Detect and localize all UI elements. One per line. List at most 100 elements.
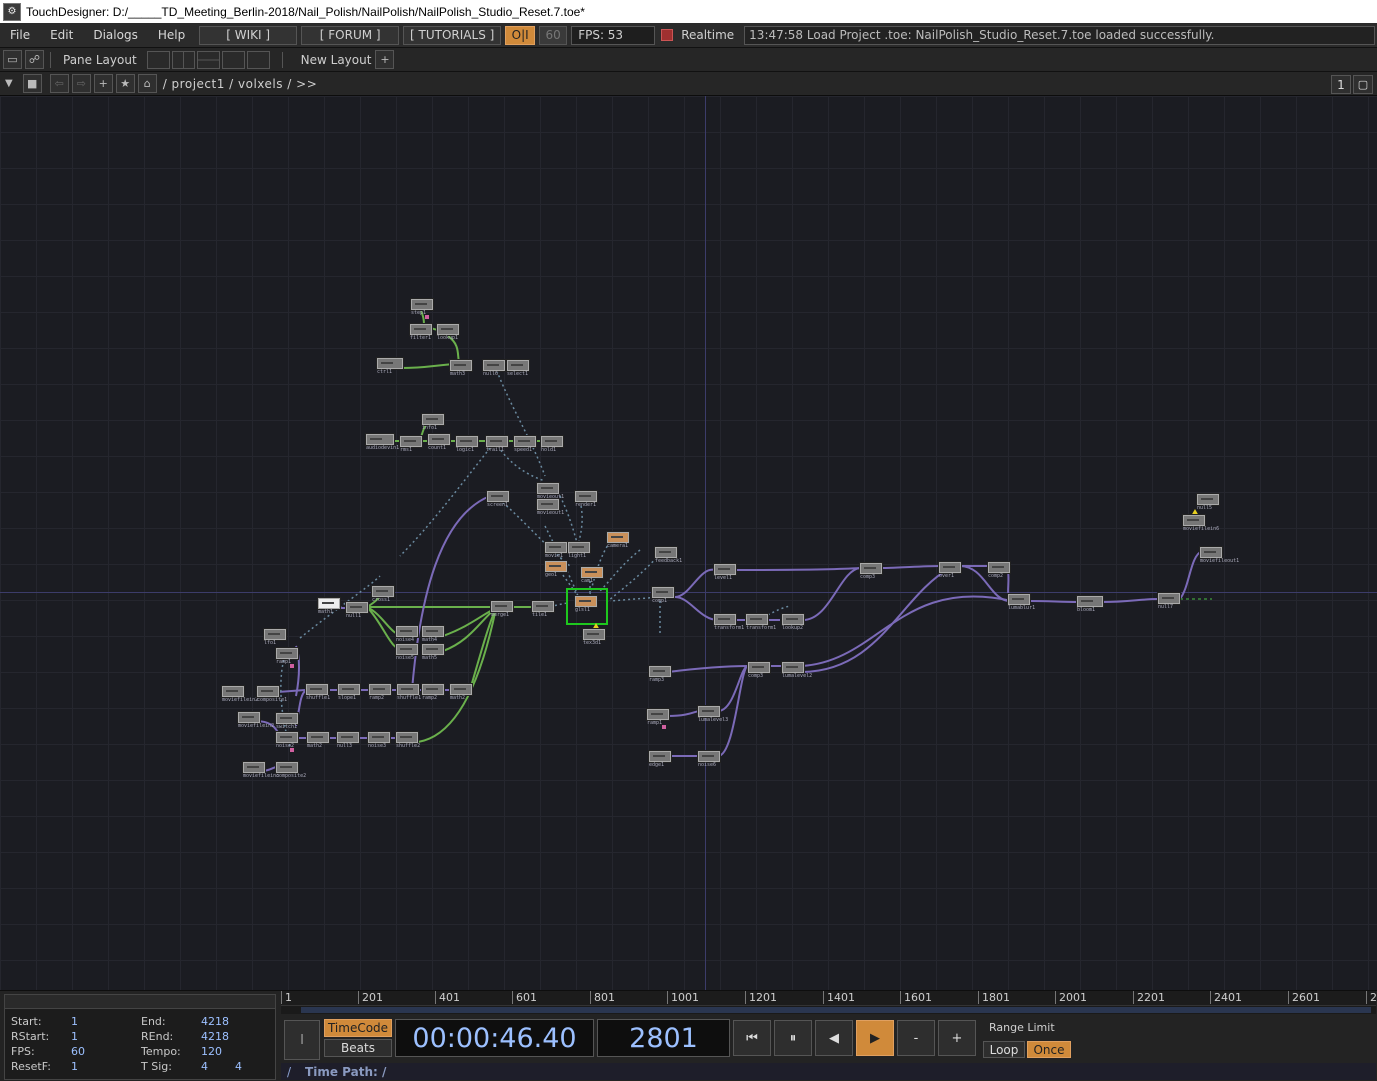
- play-reverse-icon[interactable]: ◀: [815, 1020, 853, 1056]
- network-node[interactable]: [411, 299, 433, 310]
- network-node[interactable]: [514, 436, 536, 447]
- network-node[interactable]: [428, 434, 450, 445]
- network-node[interactable]: [422, 644, 444, 655]
- tutorials-button[interactable]: [ TUTORIALS ]: [403, 25, 502, 45]
- network-node[interactable]: [487, 491, 509, 502]
- network-node[interactable]: [486, 436, 508, 447]
- step-back-button[interactable]: -: [897, 1020, 935, 1056]
- network-node[interactable]: [647, 709, 669, 720]
- rend-value[interactable]: 4218: [201, 1030, 229, 1043]
- network-node[interactable]: [483, 360, 505, 371]
- network-node[interactable]: [748, 662, 770, 673]
- layout-split-horizontal-button[interactable]: [196, 50, 220, 69]
- network-node[interactable]: [537, 483, 559, 494]
- timeline-scroll-handle[interactable]: [301, 1007, 1371, 1013]
- bookmark-star-icon[interactable]: ★: [115, 74, 135, 93]
- timecode-mode-button[interactable]: TimeCode: [324, 1019, 392, 1037]
- beats-mode-button[interactable]: Beats: [324, 1039, 392, 1057]
- network-node[interactable]: [338, 684, 360, 695]
- network-node[interactable]: [422, 626, 444, 637]
- network-node[interactable]: [507, 360, 529, 371]
- network-node[interactable]: [238, 712, 260, 723]
- network-node[interactable]: [988, 562, 1010, 573]
- network-node[interactable]: [276, 762, 298, 773]
- timecode-field[interactable]: 00:00:46.40: [395, 1019, 594, 1057]
- network-node[interactable]: [397, 684, 419, 695]
- wiki-button[interactable]: [ WIKI ]: [199, 25, 298, 45]
- network-node[interactable]: [568, 542, 590, 553]
- network-node[interactable]: [532, 601, 554, 612]
- network-node[interactable]: [222, 686, 244, 697]
- network-path[interactable]: / project1 / volxels / >>: [163, 77, 318, 91]
- network-node[interactable]: [306, 684, 328, 695]
- start-value[interactable]: 1: [71, 1015, 78, 1028]
- network-node[interactable]: [1077, 596, 1103, 607]
- oi-toggle-button[interactable]: O|I: [505, 25, 536, 45]
- network-node[interactable]: [545, 561, 567, 572]
- network-node[interactable]: [400, 436, 422, 447]
- network-node[interactable]: [575, 491, 597, 502]
- network-node[interactable]: [276, 732, 298, 743]
- network-node[interactable]: [860, 563, 882, 574]
- layout-quad-button[interactable]: [246, 50, 270, 69]
- network-node[interactable]: [243, 762, 265, 773]
- timeline-ruler[interactable]: 1 201 401 601 801 1001 1201 1401 1601 18…: [281, 991, 1377, 1006]
- network-node[interactable]: [437, 324, 459, 335]
- network-node[interactable]: [396, 626, 418, 637]
- network-node[interactable]: [541, 436, 563, 447]
- pause-icon[interactable]: ⏸: [774, 1020, 812, 1056]
- network-node[interactable]: [368, 732, 390, 743]
- network-node[interactable]: [276, 713, 298, 724]
- play-forward-icon[interactable]: ▶: [856, 1020, 894, 1056]
- timeline-scrollbar[interactable]: [281, 1006, 1376, 1014]
- network-node[interactable]: [581, 567, 603, 578]
- pane-network-icon[interactable]: ☍: [25, 50, 44, 69]
- network-node[interactable]: [1200, 547, 1222, 558]
- network-node[interactable]: [450, 360, 472, 371]
- stop-icon[interactable]: ■: [22, 74, 42, 93]
- network-node[interactable]: [422, 684, 444, 695]
- network-node[interactable]: [456, 436, 478, 447]
- network-node[interactable]: [264, 629, 286, 640]
- network-node[interactable]: [369, 684, 391, 695]
- network-node[interactable]: [655, 547, 677, 558]
- pane-number[interactable]: 1: [1331, 75, 1351, 94]
- frame-field[interactable]: 2801: [597, 1019, 730, 1057]
- tsig-denominator[interactable]: 4: [235, 1060, 242, 1073]
- network-node[interactable]: [698, 751, 720, 762]
- network-node[interactable]: [372, 586, 394, 597]
- loop-button[interactable]: Loop: [983, 1041, 1025, 1058]
- rstart-value[interactable]: 1: [71, 1030, 78, 1043]
- home-icon[interactable]: ⌂: [137, 74, 157, 93]
- end-value[interactable]: 4218: [201, 1015, 229, 1028]
- network-node[interactable]: [318, 598, 340, 609]
- timeline-cursor-button[interactable]: I: [284, 1020, 320, 1060]
- network-node[interactable]: [491, 601, 513, 612]
- network-node[interactable]: [583, 629, 605, 640]
- network-node[interactable]: [649, 751, 671, 762]
- forward-arrow-icon[interactable]: ⇨: [71, 74, 91, 93]
- network-node[interactable]: [746, 614, 768, 625]
- tempo-value[interactable]: 120: [201, 1045, 222, 1058]
- network-node[interactable]: [714, 564, 736, 575]
- once-button[interactable]: Once: [1027, 1041, 1071, 1058]
- network-node[interactable]: [307, 732, 329, 743]
- network-node[interactable]: [537, 499, 559, 510]
- network-node[interactable]: [652, 587, 674, 598]
- fps-value[interactable]: 60: [71, 1045, 85, 1058]
- network-node[interactable]: [366, 434, 394, 445]
- menu-file[interactable]: File: [0, 28, 40, 42]
- network-node[interactable]: [257, 686, 279, 697]
- network-node[interactable]: [545, 542, 567, 553]
- layout-single-button[interactable]: [146, 50, 170, 69]
- tsig-numerator[interactable]: 4: [201, 1060, 208, 1073]
- add-operator-icon[interactable]: +: [93, 74, 113, 93]
- network-node[interactable]: [1158, 593, 1180, 604]
- network-node[interactable]: [422, 414, 444, 425]
- resetf-value[interactable]: 1: [71, 1060, 78, 1073]
- network-node[interactable]: [607, 532, 629, 543]
- layout-split-vertical-button[interactable]: [171, 50, 195, 69]
- network-node[interactable]: [782, 614, 804, 625]
- network-node[interactable]: [396, 732, 418, 743]
- pane-image-icon[interactable]: ▭: [3, 50, 22, 69]
